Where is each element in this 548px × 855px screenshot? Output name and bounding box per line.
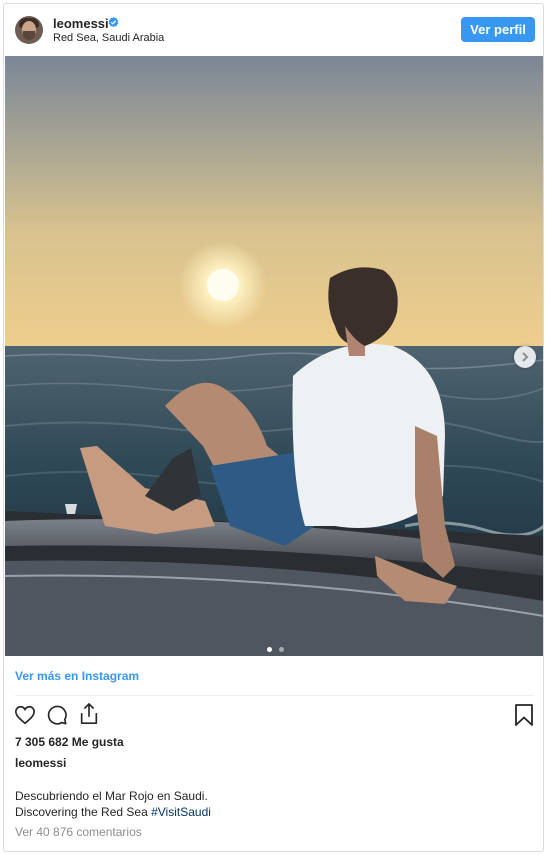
divider [15,695,534,696]
hashtag-link[interactable]: #VisitSaudi [151,805,211,819]
username-link[interactable]: leomessi [53,16,109,31]
view-profile-button[interactable]: Ver perfil [461,17,535,42]
heart-icon[interactable] [14,704,36,726]
post-photo[interactable] [5,56,543,656]
verified-badge-icon [108,17,119,28]
post-header: leomessi Red Sea, Saudi Arabia Ver perfi… [4,4,543,55]
avatar-beard [23,31,35,40]
carousel-indicator [267,639,287,656]
caption-username[interactable]: leomessi [15,756,66,770]
instagram-embed-card: leomessi Red Sea, Saudi Arabia Ver perfi… [3,3,544,852]
view-comments-link[interactable]: Ver 40 876 comentarios [15,825,142,839]
share-icon[interactable] [78,702,100,726]
likes-count[interactable]: 7 305 682 Me gusta [15,735,124,749]
comment-icon[interactable] [46,704,68,726]
caption-line-1: Descubriendo el Mar Rojo en Saudi. [15,789,208,803]
caption-line-2-text: Discovering the Red Sea [15,805,148,819]
bookmark-icon[interactable] [514,703,534,727]
next-photo-button[interactable] [514,346,536,368]
caption-text: Descubriendo el Mar Rojo en Saudi. Disco… [15,788,211,820]
chevron-right-icon [522,352,529,362]
caption-line-2: Discovering the Red Sea #VisitSaudi [15,804,211,820]
sunset-boat-image [5,56,543,656]
location-link[interactable]: Red Sea, Saudi Arabia [53,32,164,44]
carousel-dot [279,647,285,652]
view-more-link[interactable]: Ver más en Instagram [15,669,139,683]
carousel-dot-active [267,647,272,652]
avatar[interactable] [15,16,43,44]
